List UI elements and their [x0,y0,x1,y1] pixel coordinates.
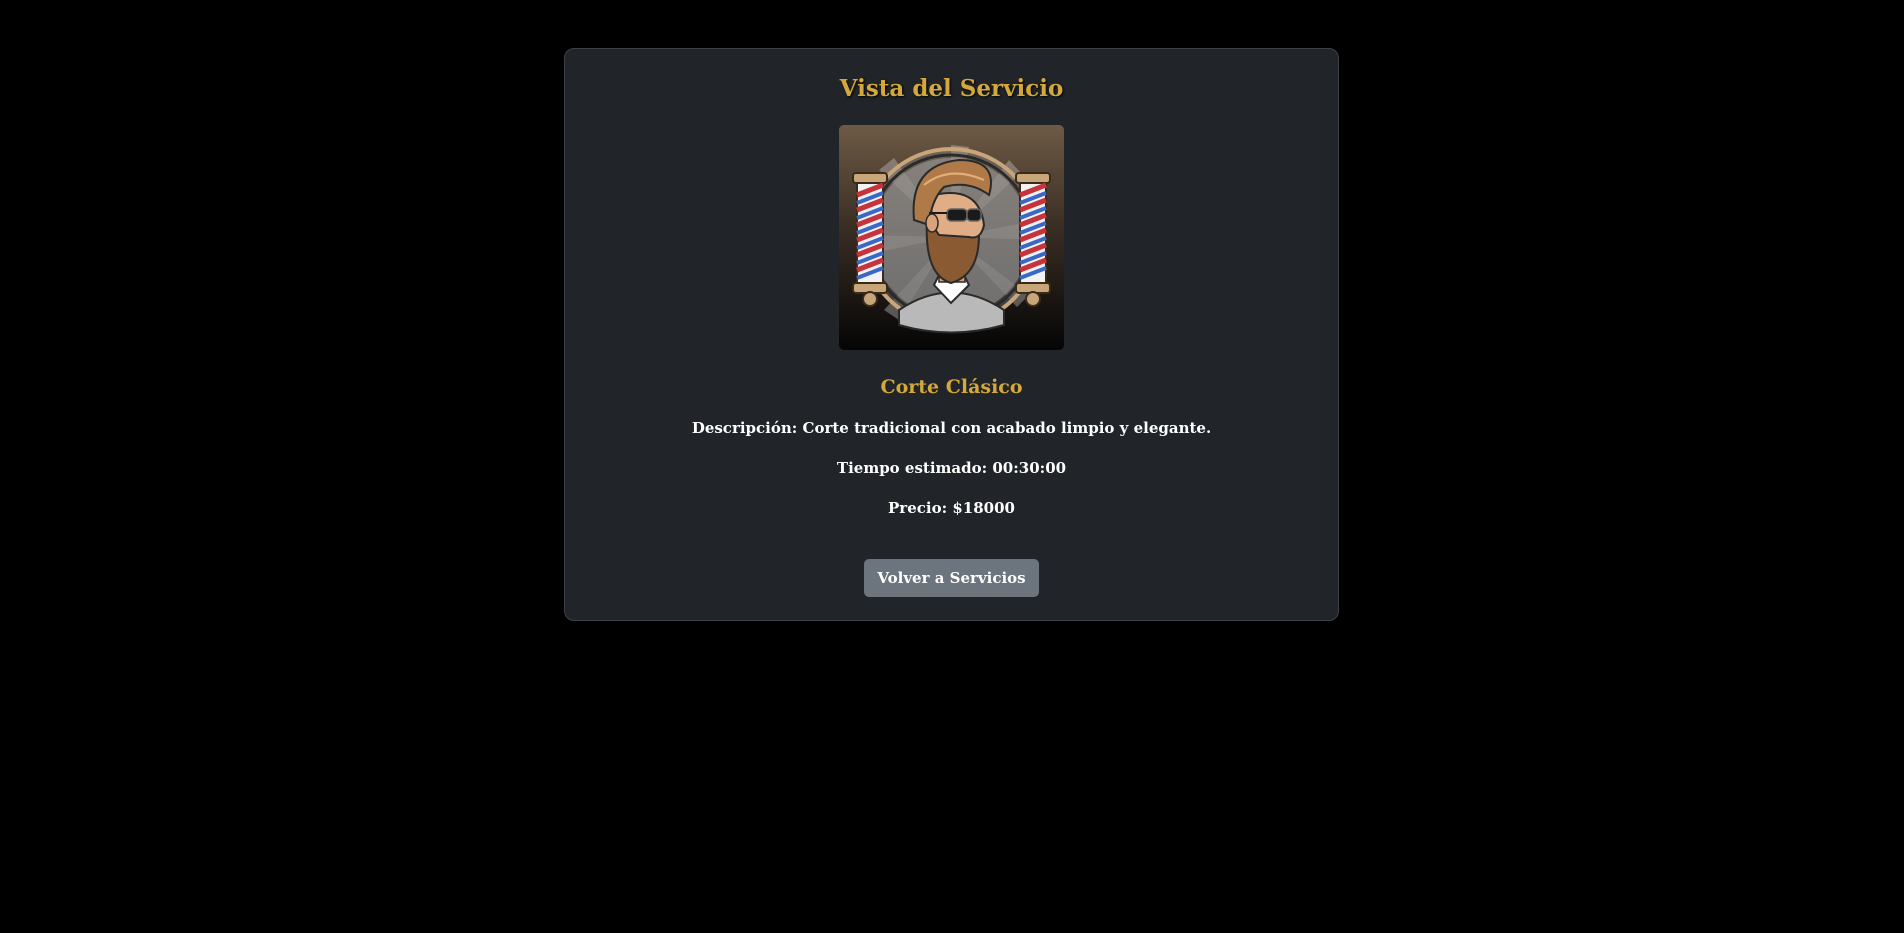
service-price: Precio: $18000 [888,499,1015,517]
service-image [839,125,1064,350]
back-to-services-button[interactable]: Volver a Servicios [864,559,1039,597]
barber-logo-icon [852,145,1051,334]
page-title: Vista del Servicio [839,75,1064,102]
service-card: Vista del Servicio Corte Clásico Descrip… [564,48,1339,621]
service-description: Descripción: Corte tradicional con acaba… [691,419,1212,437]
service-name: Corte Clásico [880,376,1023,398]
service-time: Tiempo estimado: 00:30:00 [836,459,1067,477]
